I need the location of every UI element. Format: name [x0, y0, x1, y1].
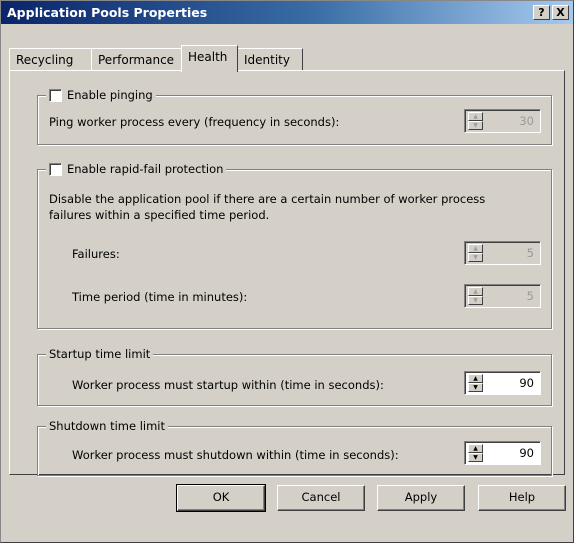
pinging-group: Enable pinging Ping worker process every…	[37, 87, 552, 145]
spin-up-icon[interactable]: ▲	[468, 112, 483, 121]
tab-identity[interactable]: Identity	[237, 48, 303, 71]
ping-frequency-label: Ping worker process every (frequency in …	[49, 115, 340, 129]
startup-time-value[interactable]: 90	[519, 376, 534, 390]
spin-down-icon[interactable]: ▼	[468, 121, 483, 130]
startup-spinner-arrows[interactable]: ▲ ▼	[468, 374, 483, 392]
close-button[interactable]: X	[552, 5, 569, 20]
rapid-fail-description-2: failures within a specified time period.	[49, 208, 270, 222]
help-button[interactable]: Help	[478, 485, 566, 511]
spin-down-icon[interactable]: ▼	[468, 383, 483, 392]
startup-group: Startup time limit Worker process must s…	[37, 346, 552, 406]
enable-pinging-label[interactable]: Enable pinging	[67, 88, 153, 102]
time-period-label: Time period (time in minutes):	[72, 290, 248, 304]
time-period-value[interactable]: 5	[527, 289, 534, 303]
tab-recycling[interactable]: Recycling	[9, 48, 92, 71]
startup-time-label: Worker process must startup within (time…	[72, 378, 384, 392]
shutdown-time-label: Worker process must shutdown within (tim…	[72, 448, 399, 462]
properties-dialog: Application Pools Properties ? X Recycli…	[0, 0, 574, 543]
ping-spinner-arrows[interactable]: ▲ ▼	[468, 112, 483, 130]
startup-time-spinner[interactable]: ▲ ▼ 90	[464, 371, 541, 395]
spin-down-icon[interactable]: ▼	[468, 296, 483, 305]
tab-health[interactable]: Health	[181, 45, 238, 72]
rapid-fail-group: Enable rapid-fail protection Disable the…	[37, 161, 552, 329]
ping-frequency-value[interactable]: 30	[519, 114, 534, 128]
startup-group-label: Startup time limit	[49, 347, 151, 361]
ping-frequency-spinner[interactable]: ▲ ▼ 30	[464, 109, 541, 133]
pinging-legend: Enable pinging	[46, 87, 156, 103]
title-bar[interactable]: Application Pools Properties ? X	[1, 1, 573, 24]
failures-value[interactable]: 5	[527, 246, 534, 260]
shutdown-legend: Shutdown time limit	[46, 418, 169, 434]
health-tab-panel: Enable pinging Ping worker process every…	[9, 70, 565, 476]
enable-rapid-fail-label[interactable]: Enable rapid-fail protection	[67, 162, 223, 176]
tab-performance[interactable]: Performance	[91, 48, 183, 71]
ok-button[interactable]: OK	[176, 484, 266, 512]
shutdown-group: Shutdown time limit Worker process must …	[37, 418, 552, 476]
shutdown-group-label: Shutdown time limit	[49, 419, 166, 433]
spin-down-icon[interactable]: ▼	[468, 253, 483, 262]
spin-up-icon[interactable]: ▲	[468, 287, 483, 296]
rapid-fail-legend: Enable rapid-fail protection	[46, 161, 227, 177]
help-title-button[interactable]: ?	[533, 5, 550, 20]
failures-spinner[interactable]: ▲ ▼ 5	[464, 241, 541, 265]
failures-label: Failures:	[72, 247, 120, 261]
spin-up-icon[interactable]: ▲	[468, 244, 483, 253]
shutdown-spinner-arrows[interactable]: ▲ ▼	[468, 444, 483, 462]
failures-spinner-arrows[interactable]: ▲ ▼	[468, 244, 483, 262]
spin-down-icon[interactable]: ▼	[468, 453, 483, 462]
window-title: Application Pools Properties	[7, 5, 208, 20]
enable-pinging-checkbox[interactable]	[49, 88, 62, 102]
enable-rapid-fail-checkbox[interactable]	[49, 162, 62, 176]
shutdown-time-spinner[interactable]: ▲ ▼ 90	[464, 441, 541, 465]
period-spinner-arrows[interactable]: ▲ ▼	[468, 287, 483, 305]
rapid-fail-description-1: Disable the application pool if there ar…	[49, 192, 486, 206]
spin-up-icon[interactable]: ▲	[468, 444, 483, 453]
spin-up-icon[interactable]: ▲	[468, 374, 483, 383]
startup-legend: Startup time limit	[46, 346, 154, 362]
cancel-button[interactable]: Cancel	[277, 485, 365, 511]
apply-button[interactable]: Apply	[377, 485, 465, 511]
shutdown-time-value[interactable]: 90	[519, 446, 534, 460]
time-period-spinner[interactable]: ▲ ▼ 5	[464, 284, 541, 308]
